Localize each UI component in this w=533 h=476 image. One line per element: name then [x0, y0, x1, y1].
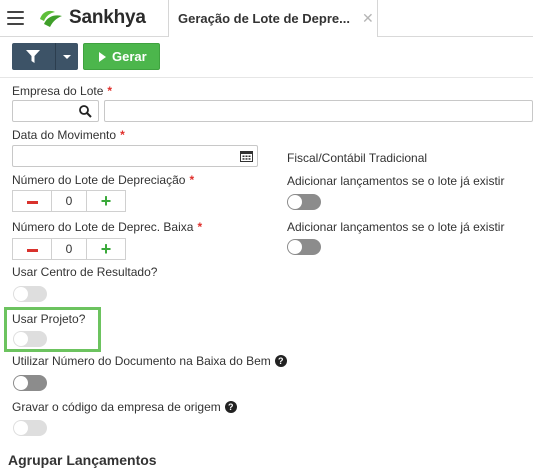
calendar-icon[interactable]: [240, 150, 253, 162]
decrement-button[interactable]: [12, 190, 52, 212]
sankhya-logo: Sankhya: [38, 7, 146, 29]
adicionar-toggle-1[interactable]: [287, 194, 321, 210]
data-movimento-input[interactable]: [12, 145, 258, 167]
tab-geracao-lote[interactable]: Geração de Lote de Depre... ✕: [168, 0, 378, 37]
divider: [0, 77, 533, 78]
adicionar-toggle-2[interactable]: [287, 239, 321, 255]
toggle-knob: [288, 195, 302, 209]
top-bar: Sankhya Geração de Lote de Depre... ✕: [0, 0, 533, 37]
numero-lote-value[interactable]: 0: [52, 190, 86, 212]
tab-title: Geração de Lote de Depre...: [178, 11, 350, 26]
increment-button[interactable]: +: [86, 190, 126, 212]
gravar-codigo-toggle[interactable]: [13, 420, 47, 436]
gerar-button[interactable]: Gerar: [83, 43, 160, 70]
empresa-code-input[interactable]: [12, 100, 99, 122]
close-icon[interactable]: ✕: [362, 10, 374, 27]
minus-icon: [27, 249, 38, 252]
numero-baixa-stepper: 0 +: [12, 238, 126, 260]
toolbar: Gerar: [0, 38, 533, 75]
logo-text: Sankhya: [69, 7, 146, 28]
toggle-knob: [14, 376, 28, 390]
numero-baixa-label: Número do Lote de Deprec. Baixa *: [12, 220, 203, 234]
centro-resultado-label: Usar Centro de Resultado?: [12, 265, 158, 279]
toggle-knob: [14, 421, 28, 435]
empresa-name-input[interactable]: [104, 100, 533, 122]
empresa-label: Empresa do Lote *: [12, 84, 113, 98]
required-mark: *: [189, 173, 195, 187]
plus-icon: +: [100, 191, 112, 211]
toggle-knob: [288, 240, 302, 254]
menu-icon[interactable]: [7, 11, 24, 25]
utilizar-numero-label: Utilizar Número do Documento na Baixa do…: [12, 354, 287, 368]
filter-icon: [26, 50, 40, 63]
numero-lote-stepper: 0 +: [12, 190, 126, 212]
help-icon[interactable]: ?: [274, 355, 287, 367]
adicionar-label-1: Adicionar lançamentos se o lote já exist…: [287, 174, 505, 188]
plus-icon: +: [100, 239, 112, 259]
adicionar-label-2: Adicionar lançamentos se o lote já exist…: [287, 220, 505, 234]
fiscal-label: Fiscal/Contábil Tradicional: [287, 151, 428, 165]
increment-button[interactable]: +: [86, 238, 126, 260]
usar-projeto-toggle[interactable]: [13, 331, 47, 347]
centro-resultado-toggle[interactable]: [13, 286, 47, 302]
usar-projeto-label: Usar Projeto?: [12, 312, 86, 326]
chevron-down-icon[interactable]: [63, 55, 71, 59]
gravar-codigo-label: Gravar o código da empresa de origem?: [12, 400, 237, 414]
numero-baixa-value[interactable]: 0: [52, 238, 86, 260]
utilizar-numero-toggle[interactable]: [13, 375, 47, 391]
play-icon: [99, 52, 106, 62]
required-mark: *: [120, 128, 125, 142]
button-separator: [55, 43, 56, 70]
decrement-button[interactable]: [12, 238, 52, 260]
gerar-button-label: Gerar: [112, 49, 147, 64]
toggle-knob: [14, 332, 28, 346]
minus-icon: [27, 201, 38, 204]
sankhya-logo-icon: [40, 10, 62, 27]
numero-lote-label: Número do Lote de Depreciação *: [12, 173, 195, 187]
help-icon[interactable]: ?: [224, 401, 237, 413]
toggle-knob: [14, 287, 28, 301]
required-mark: *: [107, 84, 113, 98]
data-movimento-label: Data do Movimento *: [12, 128, 125, 142]
required-mark: *: [197, 220, 203, 234]
filter-button[interactable]: [12, 43, 78, 70]
search-icon[interactable]: [79, 105, 92, 118]
agrupar-section-title: Agrupar Lançamentos: [8, 452, 157, 468]
